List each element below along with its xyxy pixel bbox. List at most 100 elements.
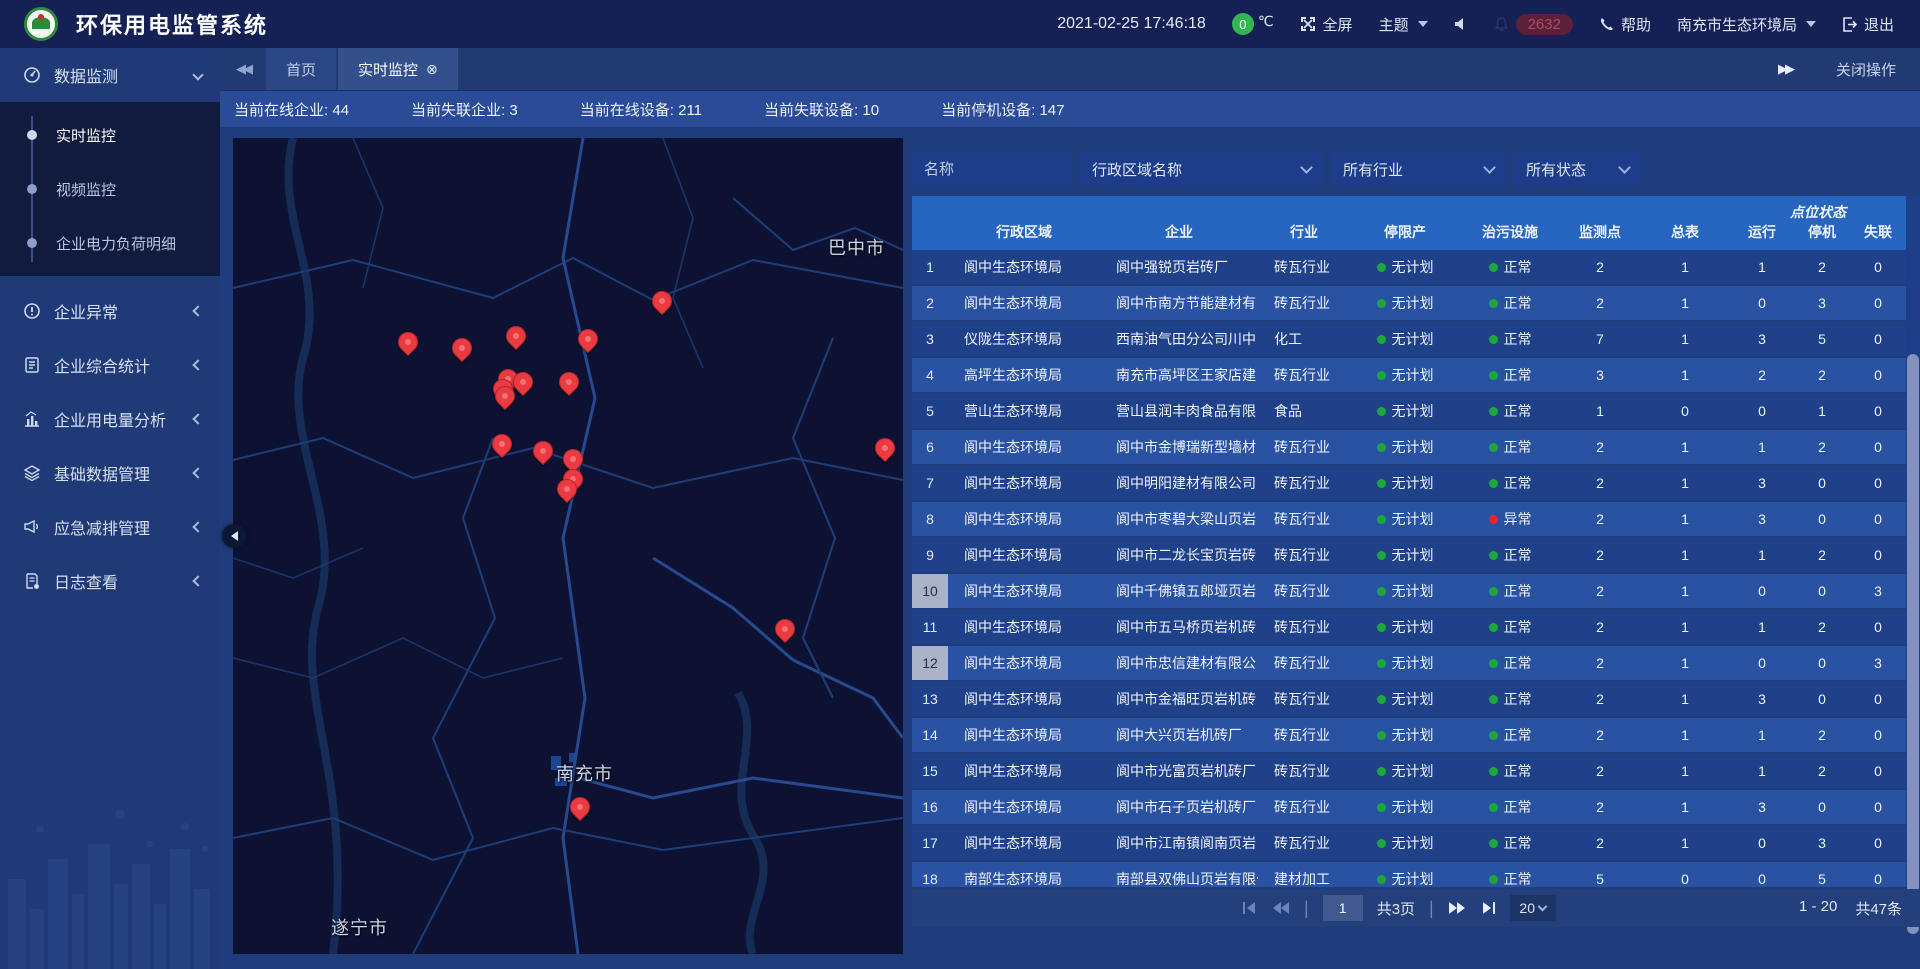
tabs-scroll-left-button[interactable]: ◀◀ (220, 48, 266, 90)
company-cell: 阆中明阳建材有限公司 (1100, 466, 1258, 500)
lost-count-cell: 0 (1850, 862, 1906, 887)
table-row[interactable]: 5营山生态环境局营山县润丰肉食品有限食品无计划正常10010 (912, 394, 1906, 428)
logout-button[interactable]: 退出 (1842, 14, 1894, 35)
industry-select-value: 所有行业 (1343, 159, 1403, 180)
help-label: 帮助 (1621, 14, 1651, 35)
table-scrollbar[interactable] (1906, 196, 1920, 887)
table-row[interactable]: 17阆中生态环境局阆中市江南镇阆南页岩砖瓦行业无计划正常21030 (912, 826, 1906, 860)
region-cell: 阆中生态环境局 (948, 250, 1100, 284)
company-cell: 阆中市金博瑞新型墙材 (1100, 430, 1258, 464)
stop-limit-cell: 无计划 (1350, 862, 1460, 887)
fullscreen-button[interactable]: 全屏 (1300, 14, 1353, 35)
tab-close-icon[interactable]: ⊗ (426, 61, 438, 78)
table-row[interactable]: 6阆中生态环境局阆中市金博瑞新型墙材砖瓦行业无计划正常21120 (912, 430, 1906, 464)
notifications[interactable]: 2632 (1494, 14, 1573, 35)
status-select[interactable]: 所有状态 (1514, 152, 1641, 186)
status-dot-green (1489, 551, 1498, 560)
total-meter-cell: 1 (1640, 682, 1730, 716)
stop-limit-cell: 无计划 (1350, 610, 1460, 644)
first-page-button[interactable] (1242, 901, 1258, 915)
scrollbar-thumb[interactable] (1907, 354, 1919, 934)
table-row[interactable]: 10阆中生态环境局阆中千佛镇五郎垭页岩砖瓦行业无计划正常21003 (912, 574, 1906, 608)
table-row[interactable]: 11阆中生态环境局阆中市五马桥页岩机砖砖瓦行业无计划正常21120 (912, 610, 1906, 644)
mute-button[interactable] (1454, 17, 1468, 31)
name-search-input[interactable] (912, 152, 1072, 186)
chevron-down-icon (192, 69, 203, 80)
page-size-select[interactable]: 20 (1510, 895, 1556, 921)
theme-dropdown[interactable]: 主题 (1379, 14, 1428, 35)
stopped-count-cell: 2 (1794, 718, 1850, 752)
status-dot-green (1489, 839, 1498, 848)
monitor-points-cell: 2 (1560, 646, 1640, 680)
column-header-monitor-points: 监测点 (1560, 220, 1640, 250)
row-index: 6 (912, 430, 948, 464)
total-meter-cell: 0 (1640, 862, 1730, 887)
table-row[interactable]: 1阆中生态环境局阆中强锐页岩砖厂砖瓦行业无计划正常21120 (912, 250, 1906, 284)
tab-realtime-monitoring[interactable]: 实时监控 ⊗ (338, 48, 458, 90)
row-index-cell: 14 (912, 718, 948, 752)
status-dot-green (1377, 299, 1386, 308)
monitor-points-cell: 2 (1560, 682, 1640, 716)
sidebar-collapse-button[interactable] (222, 524, 246, 548)
running-count-cell: 2 (1730, 358, 1794, 392)
monitor-points-cell: 7 (1560, 322, 1640, 356)
table-row[interactable]: 9阆中生态环境局阆中市二龙长宝页岩砖砖瓦行业无计划正常21120 (912, 538, 1906, 572)
sidebar-item-realtime-monitoring[interactable]: 实时监控 (0, 108, 220, 162)
tab-bar: ◀◀ 首页 实时监控 ⊗ ▶▶ 关闭操作 (220, 48, 1920, 90)
sidebar-item-power-usage-analysis[interactable]: 企业用电量分析 (0, 392, 220, 446)
row-index-cell: 16 (912, 790, 948, 824)
monitor-points-cell: 2 (1560, 538, 1640, 572)
page-number-input[interactable] (1323, 895, 1363, 921)
region-cell: 阆中生态环境局 (948, 826, 1100, 860)
table-row[interactable]: 18南部生态环境局南部县双佛山页岩有限公建材加工无计划正常50050 (912, 862, 1906, 887)
chevron-left-icon (192, 305, 203, 316)
table-row[interactable]: 7阆中生态环境局阆中明阳建材有限公司砖瓦行业无计划正常21300 (912, 466, 1906, 500)
sidebar-item-video-monitoring[interactable]: 视频监控 (0, 162, 220, 216)
region-cell: 仪陇生态环境局 (948, 322, 1100, 356)
tabs-scroll-right-button[interactable]: ▶▶ (1762, 61, 1808, 77)
sidebar-item-power-load-detail[interactable]: 企业电力负荷明细 (0, 216, 220, 270)
sidebar-item-enterprise-statistics[interactable]: 企业综合统计 (0, 338, 220, 392)
region-cell: 营山生态环境局 (948, 394, 1100, 428)
sidebar-item-enterprise-abnormal[interactable]: 企业异常 (0, 284, 220, 338)
table-row[interactable]: 3仪陇生态环境局西南油气田分公司川中化工无计划正常71350 (912, 322, 1906, 356)
sidebar-item-base-data-management[interactable]: 基础数据管理 (0, 446, 220, 500)
table-row[interactable]: 8阆中生态环境局阆中市枣碧大梁山页岩砖瓦行业无计划异常21300 (912, 502, 1906, 536)
table-row[interactable]: 13阆中生态环境局阆中市金福旺页岩机砖砖瓦行业无计划正常21300 (912, 682, 1906, 716)
industry-cell: 砖瓦行业 (1258, 538, 1350, 572)
sidebar-item-emergency-reduction[interactable]: 应急减排管理 (0, 500, 220, 554)
industry-select[interactable]: 所有行业 (1331, 152, 1506, 186)
phone-icon (1599, 17, 1614, 32)
sidebar-item-label: 数据监测 (54, 63, 194, 87)
row-index: 13 (912, 682, 948, 716)
lost-count-cell: 0 (1850, 754, 1906, 788)
sidebar-item-log-view[interactable]: 日志查看 (0, 554, 220, 608)
table-row[interactable]: 4高坪生态环境局南充市高坪区王家店建砖瓦行业无计划正常31220 (912, 358, 1906, 392)
map-panel[interactable]: 巴中市南充市遂宁市 (233, 138, 903, 954)
table-row[interactable]: 14阆中生态环境局阆中大兴页岩机砖厂砖瓦行业无计划正常21120 (912, 718, 1906, 752)
close-operations-button[interactable]: 关闭操作 (1836, 59, 1896, 80)
next-page-button[interactable] (1448, 901, 1466, 915)
table-header: 点位状态 行政区域 企业 行业 停限产 治污设施 监测点 总表 运行 停机 失联 (912, 196, 1906, 250)
table-row[interactable]: 2阆中生态环境局阆中市南方节能建材有砖瓦行业无计划正常21030 (912, 286, 1906, 320)
chevron-down-icon (1806, 21, 1816, 27)
table-row[interactable]: 16阆中生态环境局阆中市石子页岩机砖厂砖瓦行业无计划正常21300 (912, 790, 1906, 824)
region-select[interactable]: 行政区域名称 (1080, 152, 1323, 186)
previous-page-button[interactable] (1272, 901, 1290, 915)
last-page-button[interactable] (1480, 901, 1496, 915)
total-meter-cell: 1 (1640, 574, 1730, 608)
help-button[interactable]: 帮助 (1599, 14, 1651, 35)
tab-home[interactable]: 首页 (266, 48, 336, 90)
industry-cell: 建材加工 (1258, 862, 1350, 887)
org-dropdown[interactable]: 南充市生态环境局 (1677, 14, 1816, 35)
table-body: 1阆中生态环境局阆中强锐页岩砖厂砖瓦行业无计划正常211202阆中生态环境局阆中… (912, 250, 1906, 887)
status-dot-green (1377, 695, 1386, 704)
region-cell: 阆中生态环境局 (948, 646, 1100, 680)
table-row[interactable]: 12阆中生态环境局阆中市忠信建材有限公砖瓦行业无计划正常21003 (912, 646, 1906, 680)
pagination-bar: | 共3页 | 20 1 - 20 共47条 (912, 889, 1920, 927)
lost-count-cell: 0 (1850, 826, 1906, 860)
sidebar-item-data-monitoring[interactable]: 数据监测 (0, 48, 220, 102)
bullet-dot-icon (27, 130, 37, 140)
row-index: 1 (912, 250, 948, 284)
table-row[interactable]: 15阆中生态环境局阆中市光富页岩机砖厂砖瓦行业无计划正常21120 (912, 754, 1906, 788)
